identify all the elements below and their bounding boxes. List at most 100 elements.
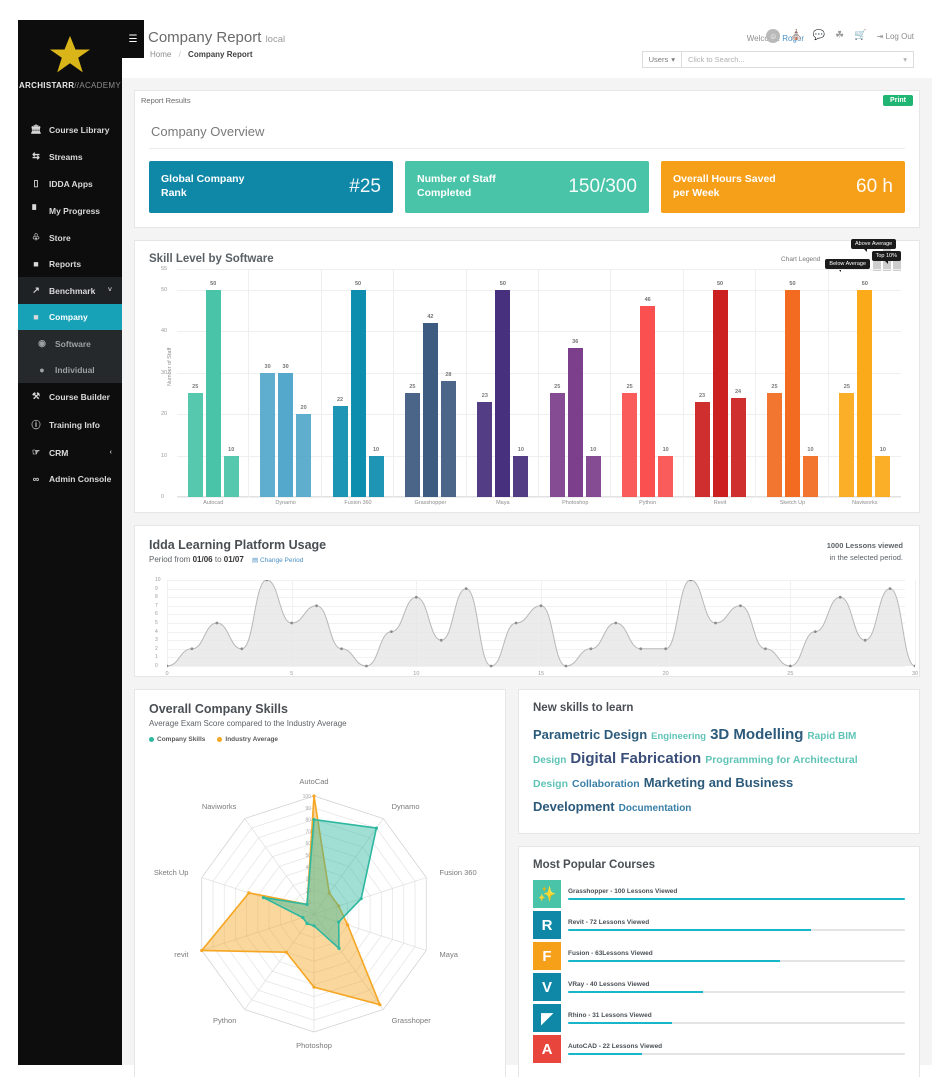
course-row[interactable]: ✨ Grasshopper - 100 Lessons Viewed (533, 880, 905, 908)
course-row[interactable]: R Revit - 72 Lessons Viewed (533, 911, 905, 939)
sidebar-item-streams[interactable]: ⇆ Streams (18, 143, 122, 170)
bar[interactable]: 25 (549, 384, 565, 497)
legend-below-average: Below Average (825, 259, 870, 272)
course-progress-track (568, 990, 905, 994)
bar[interactable]: 46 (640, 297, 656, 497)
gear-icon: ◉ (38, 338, 46, 348)
kpi-value: 150/300 (568, 176, 637, 197)
sidebar-item-label: Store (49, 232, 71, 243)
kpi-value: 60 h (856, 176, 893, 197)
skill-tag[interactable]: Collaboration (572, 778, 640, 790)
x-axis-tick: 0 (165, 671, 169, 677)
bar[interactable]: 23 (477, 393, 493, 497)
radar-axis-label: Grasshoper (392, 1016, 432, 1025)
course-row[interactable]: A AutoCAD - 22 Lessons Viewed (533, 1035, 905, 1063)
skill-tag[interactable]: Parametric Design (533, 727, 647, 742)
bar-value-label: 25 (771, 384, 778, 391)
bar[interactable]: 36 (567, 339, 583, 497)
kpi-card-hours-saved: Overall Hours Saved per Week 60 h (661, 161, 905, 213)
period-mid: to (214, 555, 222, 564)
bar[interactable]: 10 (368, 447, 384, 497)
sidebar-item-benchmark[interactable]: ↗ Benchmark ˅ (18, 277, 122, 304)
bar[interactable]: 50 (495, 281, 511, 497)
course-row[interactable]: F Fusion - 63Lessons Viewed (533, 942, 905, 970)
print-button[interactable]: Print (883, 95, 913, 106)
sidebar-item-reports[interactable]: ■ Reports (18, 251, 122, 277)
bar[interactable]: 20 (296, 405, 312, 497)
course-body: VRay - 40 Lessons Viewed (568, 981, 905, 994)
bar[interactable]: 25 (187, 384, 203, 497)
search-scope-select[interactable]: Users ▾ (641, 51, 682, 68)
skills-tag-cloud: Parametric Design Engineering 3D Modelling… (533, 723, 905, 819)
bar[interactable]: 50 (784, 281, 800, 497)
vray-icon: V (533, 973, 561, 1001)
bar-value-label: 30 (282, 363, 289, 370)
bar[interactable]: 30 (278, 364, 294, 497)
bar[interactable]: 25 (839, 384, 855, 497)
bar[interactable]: 50 (205, 281, 221, 497)
bar[interactable]: 25 (766, 384, 782, 497)
breadcrumb-current: Company Report (188, 50, 253, 59)
book-open-icon: ■ (33, 312, 39, 322)
skill-tag[interactable]: 3D Modelling (710, 726, 803, 743)
y-axis-tick: 4 (155, 628, 158, 635)
sidebar-item-training-info[interactable]: ⓘ Training Info (18, 410, 122, 439)
bar[interactable]: 50 (712, 281, 728, 497)
sidebar-item-store[interactable]: ♧ Store (18, 224, 122, 251)
bar[interactable]: 25 (404, 384, 420, 497)
cart-icon[interactable]: 🛒 (854, 31, 866, 41)
bar[interactable]: 10 (658, 447, 674, 497)
revit-icon: R (533, 911, 561, 939)
bar[interactable]: 50 (350, 281, 366, 497)
bar[interactable]: 50 (857, 281, 873, 497)
sidebar-item-company[interactable]: ■ Company (18, 304, 122, 330)
bar-group: 23 50 24 (684, 269, 757, 497)
bar-value-label: 23 (481, 392, 488, 399)
bar[interactable]: 10 (875, 447, 891, 497)
bar[interactable]: 23 (694, 393, 710, 497)
radar-axis-label: Maya (440, 950, 459, 959)
chart-legend-label: Chart Legend (781, 255, 821, 263)
bar[interactable]: 10 (802, 447, 818, 497)
sidebar-item-course-builder[interactable]: ⚒ Course Builder (18, 383, 122, 410)
skill-tag[interactable]: Engineering (651, 731, 706, 742)
sidebar-item-idda-apps[interactable]: ▯ IDDA Apps (18, 170, 122, 197)
chart-legend: Chart Legend Below Average Above Average… (781, 239, 901, 272)
sidebar-item-software[interactable]: ◉ Software (18, 330, 122, 357)
sidebar-item-label: Company (49, 312, 88, 322)
skill-tag[interactable]: Documentation (619, 803, 692, 814)
course-row[interactable]: V VRay - 40 Lessons Viewed (533, 973, 905, 1001)
user-avatar-icon[interactable]: ☺ (766, 29, 781, 43)
sidebar-nav: 🏛 Course Library ⇆ Streams ▯ IDDA Apps ▘ My … (18, 116, 122, 492)
course-row[interactable]: ◤ Rhino - 31 Lessons Viewed (533, 1004, 905, 1032)
bell-icon[interactable]: ⛪ (790, 31, 802, 41)
bar[interactable]: 28 (440, 372, 456, 497)
sidebar-item-course-library[interactable]: 🏛 Course Library (18, 116, 122, 143)
bar[interactable]: 30 (260, 364, 276, 497)
tag-icon[interactable]: ☘ (835, 31, 844, 41)
bar[interactable]: 42 (422, 314, 438, 497)
bar[interactable]: 22 (332, 397, 348, 497)
breadcrumb-separator: / (178, 50, 181, 59)
logout-button[interactable]: ⇥ Log Out (877, 32, 914, 41)
change-period-button[interactable]: ▤ Change Period (252, 557, 303, 564)
bar[interactable]: 10 (223, 447, 239, 497)
search-input[interactable]: Click to Search... ▾ (682, 51, 914, 68)
breadcrumb-home[interactable]: Home (150, 50, 171, 59)
sidebar-item-crm[interactable]: ☞ CRM ‹ (18, 439, 122, 466)
bar[interactable]: 10 (585, 447, 601, 497)
kpi-label: Global Company Rank (161, 173, 245, 199)
bar[interactable]: 24 (730, 389, 746, 497)
skill-tag[interactable]: Digital Fabrication (570, 750, 701, 767)
chat-icon[interactable]: 💬 (813, 31, 825, 41)
sidebar-item-label: Course Library (49, 124, 110, 135)
hamburger-icon[interactable]: ☰ (122, 20, 144, 58)
sidebar-item-individual[interactable]: ● Individual (18, 357, 122, 383)
bar[interactable]: 25 (622, 384, 638, 497)
bar[interactable]: 10 (513, 447, 529, 497)
rhino-icon: ◤ (533, 1004, 561, 1032)
period-prefix: Period from (149, 555, 191, 564)
bar-value-label: 25 (192, 384, 199, 391)
sidebar-item-admin-console[interactable]: ∞ Admin Console (18, 466, 122, 492)
sidebar-item-my-progress[interactable]: ▘ My Progress (18, 197, 122, 224)
